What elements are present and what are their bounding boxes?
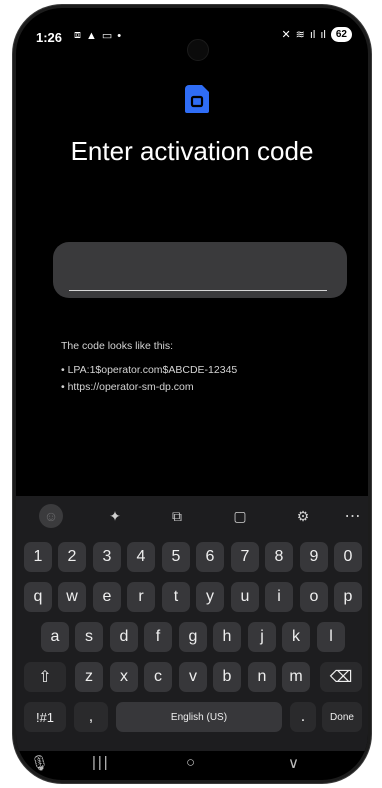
key-6[interactable]: 6: [196, 542, 224, 572]
key-m[interactable]: m: [282, 662, 310, 692]
key-f[interactable]: f: [144, 622, 172, 652]
dot-icon: •: [117, 29, 122, 42]
shift-key[interactable]: ⇧: [24, 662, 66, 692]
key-z[interactable]: z: [75, 662, 103, 692]
status-left-icons: ⧈ ▲ ▭ •: [74, 29, 121, 42]
input-underline: [69, 290, 327, 291]
key-a[interactable]: a: [41, 622, 69, 652]
status-time: 1:26: [36, 30, 63, 45]
key-b[interactable]: b: [213, 662, 241, 692]
key-2[interactable]: 2: [58, 542, 86, 572]
hint-heading: The code looks like this:: [61, 340, 174, 352]
key-l[interactable]: l: [317, 622, 345, 652]
page-title: Enter activation code: [70, 136, 314, 166]
key-e[interactable]: e: [93, 582, 121, 612]
cast-icon: ▭: [101, 30, 113, 42]
key-v[interactable]: v: [179, 662, 207, 692]
space-key[interactable]: English (US): [116, 702, 282, 732]
key-n[interactable]: n: [248, 662, 276, 692]
key-0[interactable]: 0: [334, 542, 362, 572]
screenshot-icon: ⧈: [74, 29, 81, 41]
sparkle-icon[interactable]: ✦: [104, 505, 126, 527]
key-t[interactable]: t: [162, 582, 190, 612]
home-icon[interactable]: ○: [186, 754, 195, 771]
period-key[interactable]: .: [290, 702, 316, 732]
key-s[interactable]: s: [75, 622, 103, 652]
key-4[interactable]: 4: [127, 542, 155, 572]
hint-example-url: • https://operator-sm-dp.com: [61, 381, 194, 393]
navigation-bar: 🎙︎ ||| ○ ∨: [16, 750, 368, 780]
key-u[interactable]: u: [231, 582, 259, 612]
done-key[interactable]: Done: [322, 702, 362, 732]
recents-icon[interactable]: |||: [92, 754, 110, 771]
key-1[interactable]: 1: [24, 542, 52, 572]
key-r[interactable]: r: [127, 582, 155, 612]
status-bar: 1:26 ⧈ ▲ ▭ • ✕ ≋ ıl ıl 62: [16, 8, 368, 61]
battery-badge: 62: [330, 27, 352, 42]
translate-icon[interactable]: ⧉: [166, 505, 188, 527]
key-x[interactable]: x: [110, 662, 138, 692]
key-p[interactable]: p: [334, 582, 362, 612]
key-3[interactable]: 3: [93, 542, 121, 572]
status-right-icons: ✕ ≋ ıl ıl 62: [281, 27, 352, 42]
key-i[interactable]: i: [265, 582, 293, 612]
backspace-icon: ⌫: [329, 669, 353, 686]
key-j[interactable]: j: [248, 622, 276, 652]
phone-frame: 1:26 ⧈ ▲ ▭ • ✕ ≋ ıl ıl 62 Enter activati…: [16, 8, 368, 780]
key-8[interactable]: 8: [265, 542, 293, 572]
more-icon[interactable]: ⋯: [342, 505, 364, 527]
front-camera: [187, 39, 209, 61]
key-q[interactable]: q: [24, 582, 52, 612]
warning-icon: ▲: [86, 29, 97, 42]
keyboard: ☺ ✦ ⧉ ▢ ⚙ ⋯ 1 2 3 4 5 6 7 8 9 0 q w e r …: [16, 496, 368, 751]
key-7[interactable]: 7: [231, 542, 259, 572]
key-9[interactable]: 9: [300, 542, 328, 572]
key-h[interactable]: h: [213, 622, 241, 652]
back-icon[interactable]: ∨: [288, 754, 299, 772]
wifi-icon: ≋: [295, 29, 305, 41]
comma-key[interactable]: ,: [74, 702, 108, 732]
key-k[interactable]: k: [282, 622, 310, 652]
mute-icon: ✕: [281, 29, 291, 41]
activation-code-input[interactable]: [69, 256, 325, 284]
backspace-key[interactable]: ⌫: [320, 662, 362, 692]
emoji-icon[interactable]: ☺: [39, 504, 63, 528]
key-g[interactable]: g: [179, 622, 207, 652]
key-w[interactable]: w: [58, 582, 86, 612]
sim-card-icon: [185, 85, 209, 113]
symbols-key[interactable]: !#1: [24, 702, 66, 732]
hint-example-lpa: • LPA:1$operator.com$ABCDE-12345: [61, 364, 238, 376]
key-o[interactable]: o: [300, 582, 328, 612]
key-c[interactable]: c: [144, 662, 172, 692]
activation-code-field[interactable]: [53, 242, 347, 298]
mic-icon[interactable]: 🎙︎: [30, 754, 49, 772]
signal-icon: ıl: [309, 28, 316, 41]
key-d[interactable]: d: [110, 622, 138, 652]
clipboard-icon[interactable]: ▢: [229, 505, 251, 527]
shift-icon: ⇧: [38, 669, 52, 686]
key-5[interactable]: 5: [162, 542, 190, 572]
key-y[interactable]: y: [196, 582, 224, 612]
settings-icon[interactable]: ⚙: [292, 505, 314, 527]
keyboard-toolbar: ☺ ✦ ⧉ ▢ ⚙ ⋯: [16, 496, 368, 536]
signal-icon: ıl: [320, 28, 326, 41]
